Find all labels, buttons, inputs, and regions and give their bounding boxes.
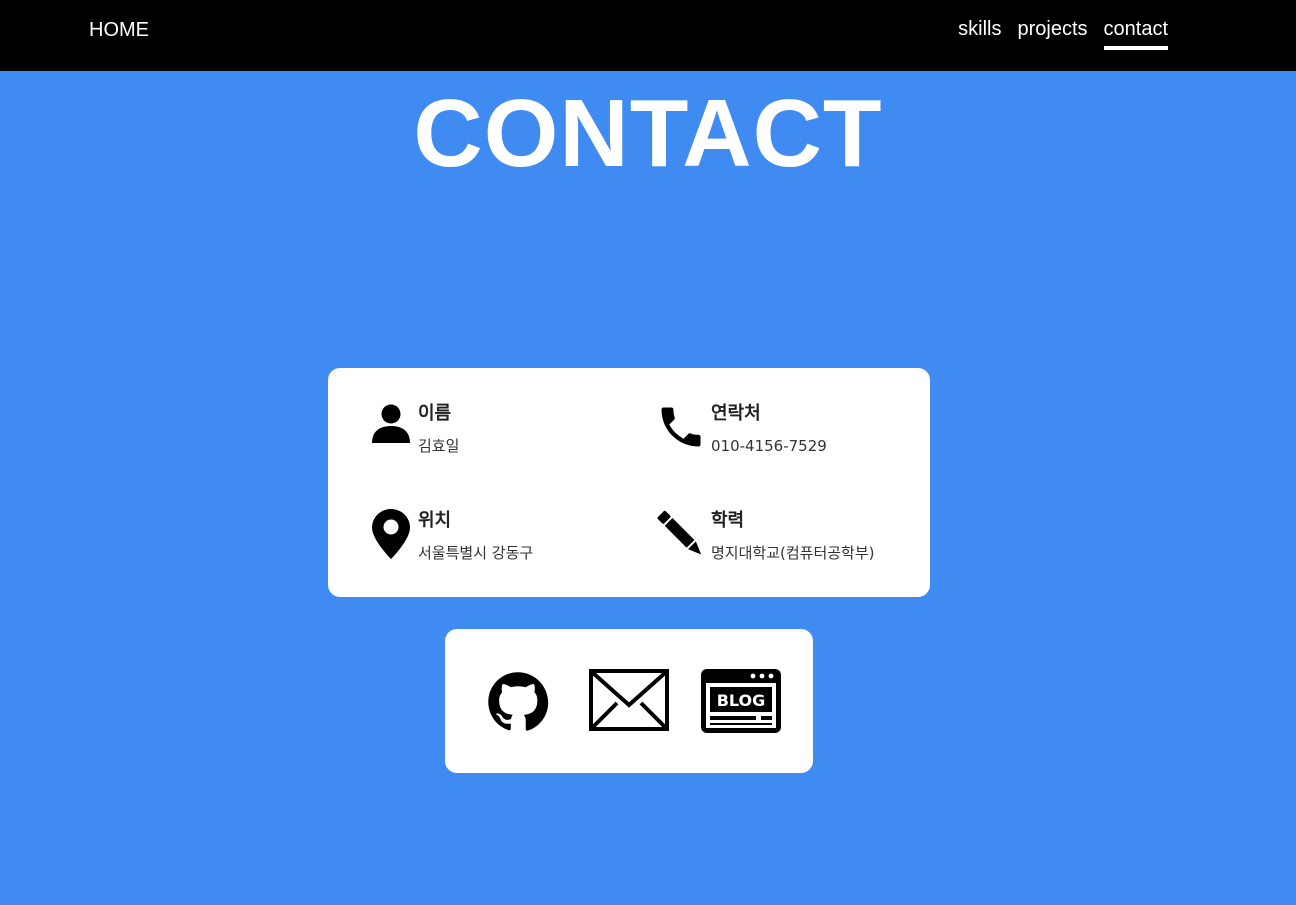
map-pin-icon: [364, 508, 418, 564]
github-icon[interactable]: [487, 671, 549, 738]
info-item-education: 학력 명지대학교(컴퓨터공학부): [650, 508, 875, 564]
mail-icon[interactable]: [589, 669, 669, 736]
info-label-education: 학력: [711, 510, 745, 531]
contact-info-card: 이름 김효일 연락처 010-4156-7529 위치 서울특별시 강동구 학력…: [328, 368, 930, 597]
nav-home-link[interactable]: HOME: [89, 19, 149, 42]
person-icon: [364, 401, 418, 457]
nav-link-projects[interactable]: projects: [1017, 17, 1087, 50]
info-item-name: 이름 김효일: [364, 401, 459, 457]
blog-icon[interactable]: BLOG: [701, 669, 781, 738]
pencil-icon: [650, 508, 711, 564]
info-label-phone: 연락처: [711, 403, 761, 424]
info-value-education: 명지대학교(컴퓨터공학부): [711, 544, 875, 562]
info-value-name: 김효일: [418, 437, 460, 455]
info-item-phone: 연락처 010-4156-7529: [650, 401, 827, 457]
info-value-location: 서울특별시 강동구: [418, 544, 534, 562]
phone-icon: [650, 401, 711, 457]
page-title: CONTACT: [413, 80, 883, 187]
nav-link-skills[interactable]: skills: [958, 17, 1001, 50]
nav-link-contact[interactable]: contact: [1103, 17, 1168, 50]
info-value-phone: 010-4156-7529: [711, 437, 827, 455]
info-item-location: 위치 서울특별시 강동구: [364, 508, 533, 564]
info-label-location: 위치: [418, 510, 452, 531]
nav-links: skills projects contact: [958, 17, 1168, 50]
navbar: HOME skills projects contact: [0, 0, 1296, 71]
blog-icon-text: BLOG: [717, 691, 766, 710]
social-links-card: BLOG: [445, 629, 813, 773]
info-label-name: 이름: [418, 403, 452, 424]
